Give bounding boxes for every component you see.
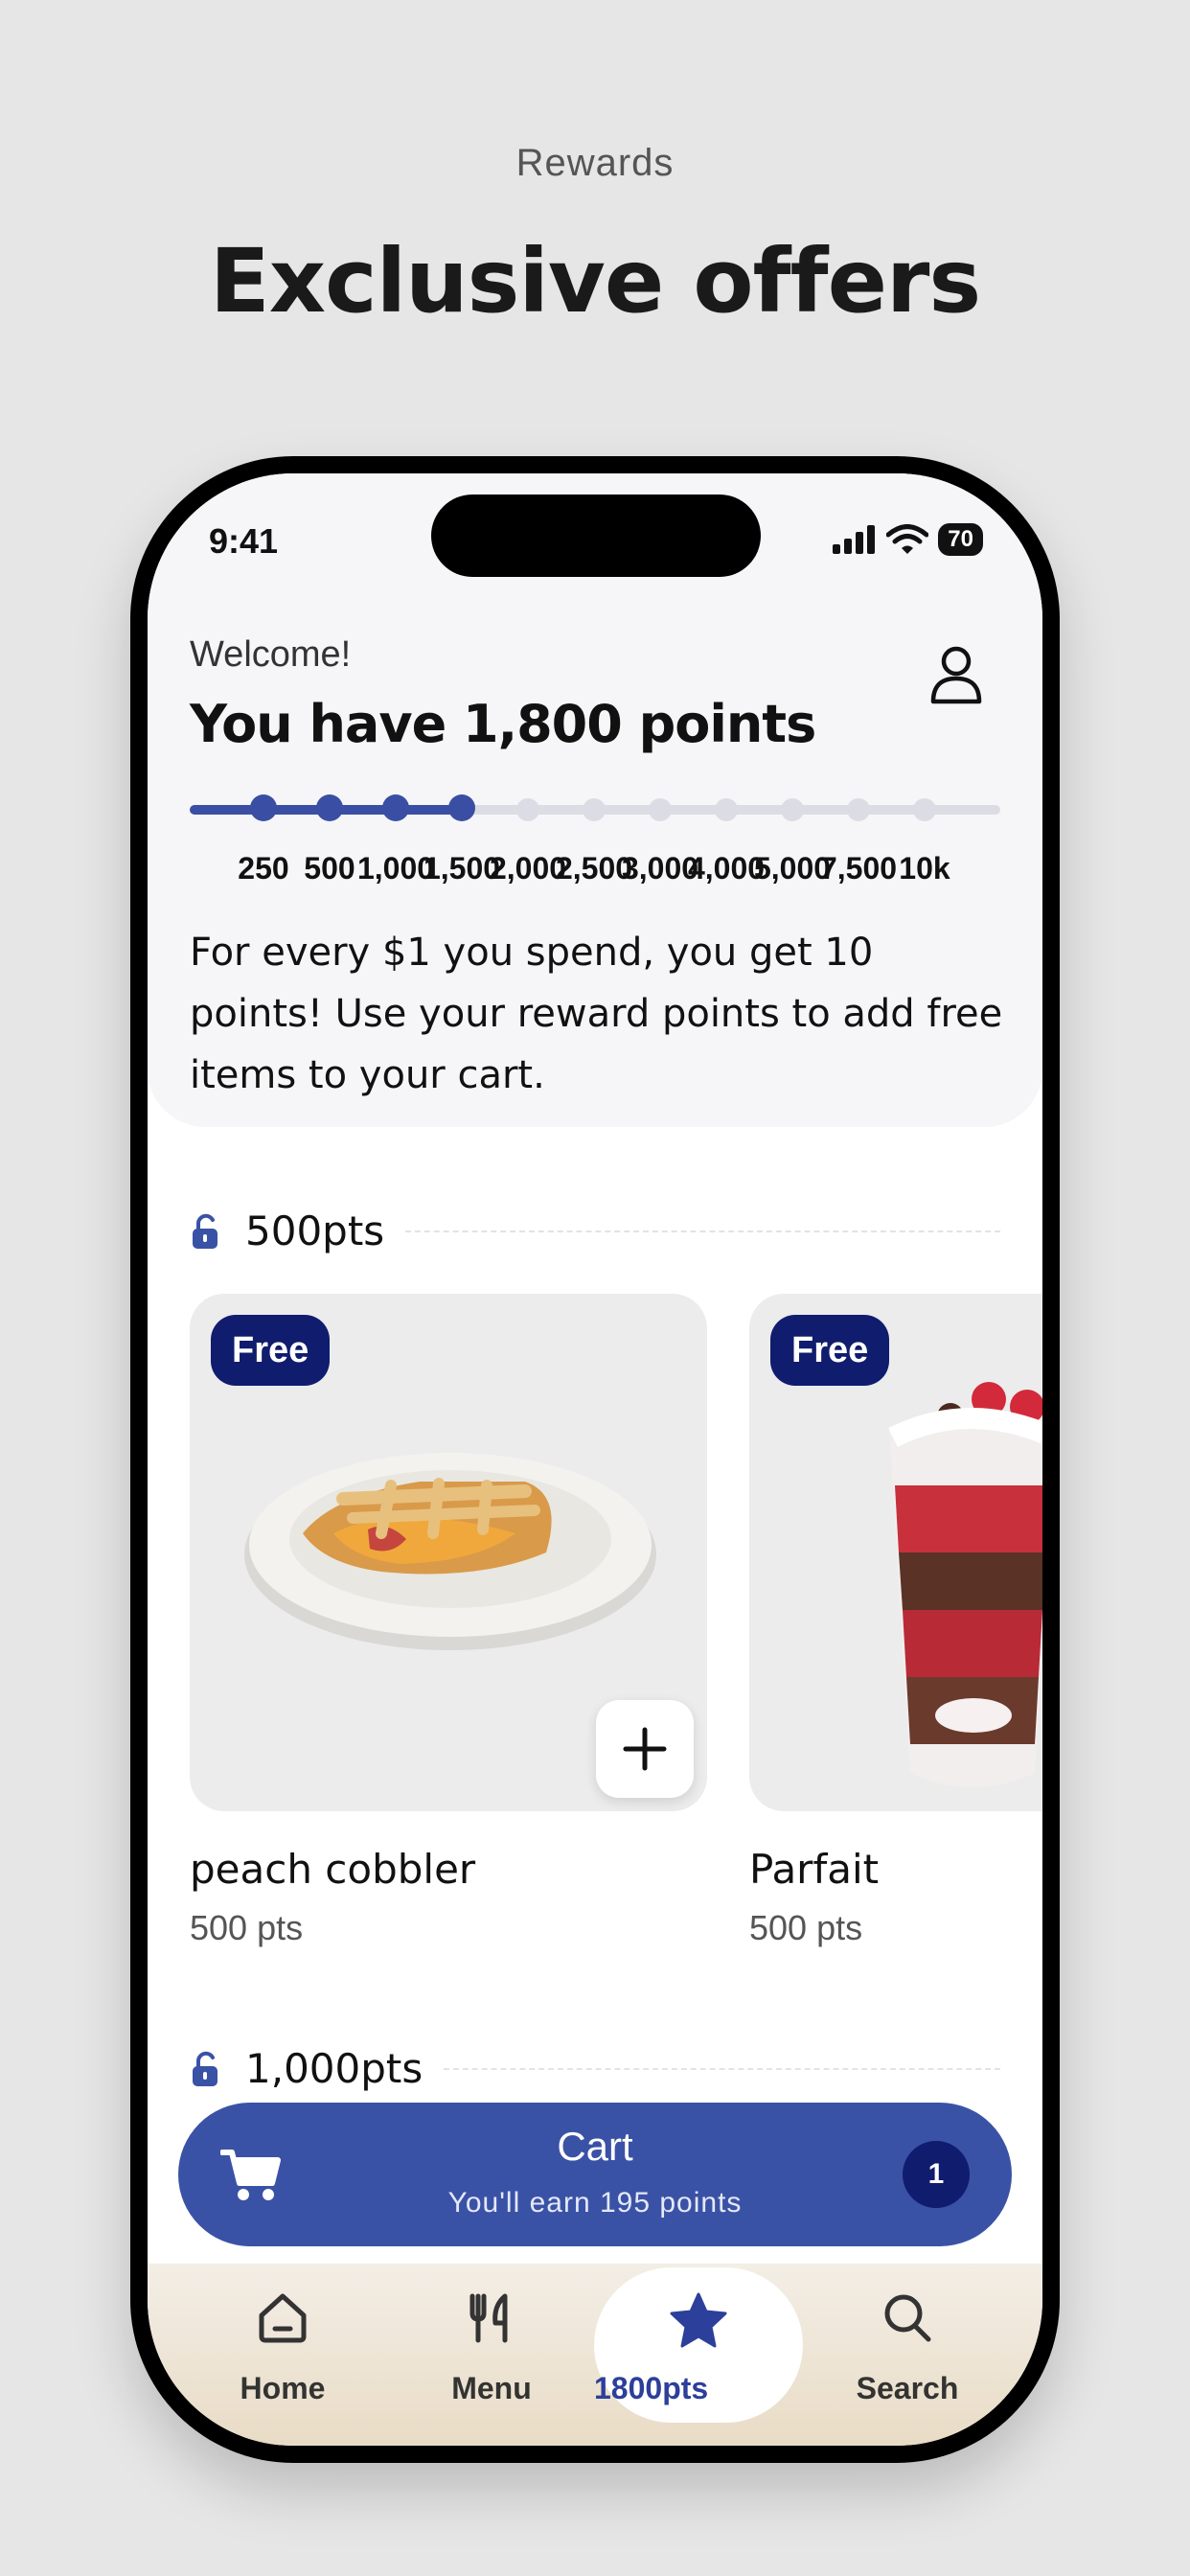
unlocked-lock-icon [193, 1213, 217, 1249]
unlocked-lock-icon [193, 2051, 217, 2086]
cart-subtitle: You'll earn 195 points [447, 2187, 743, 2219]
free-badge: Free [211, 1315, 331, 1386]
battery-indicator: 70 [938, 523, 983, 556]
status-icons: 70 [833, 523, 983, 556]
headline: Exclusive offers [209, 230, 981, 333]
nav-item-menu[interactable]: Menu [387, 2264, 596, 2426]
tier-label: 1,000pts [245, 2045, 423, 2092]
nav-label: Search [856, 2371, 959, 2405]
add-to-cart-button[interactable] [596, 1700, 694, 1798]
reward-name: Parfait [749, 1846, 880, 1893]
cart-button[interactable]: Cart You'll earn 195 points 1 [178, 2103, 1012, 2246]
nav-label: 1800pts [594, 2371, 709, 2405]
milestone-dot [583, 798, 606, 821]
milestone-dot [913, 798, 936, 821]
eyebrow: Rewards [515, 142, 675, 184]
points-explainer: For every $1 you spend, you get 10 point… [190, 931, 1003, 1097]
reward-card[interactable]: Free peach cobbler 500 pts [190, 1294, 707, 1948]
milestone-label: 7,500 [819, 851, 898, 886]
milestone-dot [516, 798, 539, 821]
signal-icon [833, 525, 876, 554]
utensils-icon [469, 2293, 508, 2343]
search-icon [884, 2294, 931, 2342]
reward-image: Free [749, 1294, 1042, 1811]
milestone-dot [382, 794, 409, 821]
status-time: 9:41 [209, 521, 279, 561]
nav-label: Menu [451, 2371, 532, 2405]
milestone-dot [448, 794, 475, 821]
milestone-dot [649, 798, 672, 821]
reward-points: 500 pts [749, 1908, 863, 1947]
free-badge: Free [770, 1315, 890, 1386]
tier-label: 500pts [245, 1208, 385, 1254]
milestone-dot [781, 798, 804, 821]
welcome-text: Welcome! [190, 634, 352, 675]
home-icon [259, 2293, 307, 2343]
reward-card[interactable]: Free Parfait 500 pts [749, 1294, 1042, 1948]
nav-item-search[interactable]: Search [803, 2264, 1012, 2426]
phone-screen: Welcome! You have 1,800 points 250 500 1,0… [148, 473, 1042, 2446]
tier-header-1000: 1,000pts [190, 2045, 1000, 2092]
tier-divider [405, 1230, 1000, 1232]
nav-item-home[interactable]: Home [178, 2264, 387, 2426]
reward-image: Free [190, 1294, 707, 1811]
nav-label: Home [240, 2371, 326, 2405]
cart-count-badge: 1 [903, 2141, 970, 2208]
phone-frame: Welcome! You have 1,800 points 250 500 1,0… [130, 456, 1060, 2463]
plus-icon [623, 1727, 667, 1771]
cart-title: Cart [557, 2124, 633, 2169]
milestone-dot [847, 798, 870, 821]
profile-icon[interactable] [927, 644, 985, 705]
tier-header-500: 500pts [190, 1208, 1000, 1254]
milestone-label: 500 [304, 851, 355, 886]
milestone-dot [316, 794, 343, 821]
wifi-icon [886, 524, 929, 554]
dynamic-island [431, 494, 761, 577]
points-title: You have 1,800 points [190, 694, 816, 754]
star-icon [670, 2292, 727, 2348]
reward-points: 500 pts [190, 1908, 304, 1947]
milestone-label: 250 [238, 851, 289, 886]
milestone-dot [715, 798, 738, 821]
milestone-label: 10k [899, 851, 950, 886]
tier-divider [444, 2067, 1000, 2070]
nav-item-rewards[interactable]: 1800pts [594, 2267, 803, 2423]
milestone-dot [250, 794, 277, 821]
points-progress-bar [190, 794, 1000, 821]
reward-name: peach cobbler [190, 1846, 476, 1893]
bottom-nav: Home Menu 1800pts Search [148, 2264, 1042, 2446]
